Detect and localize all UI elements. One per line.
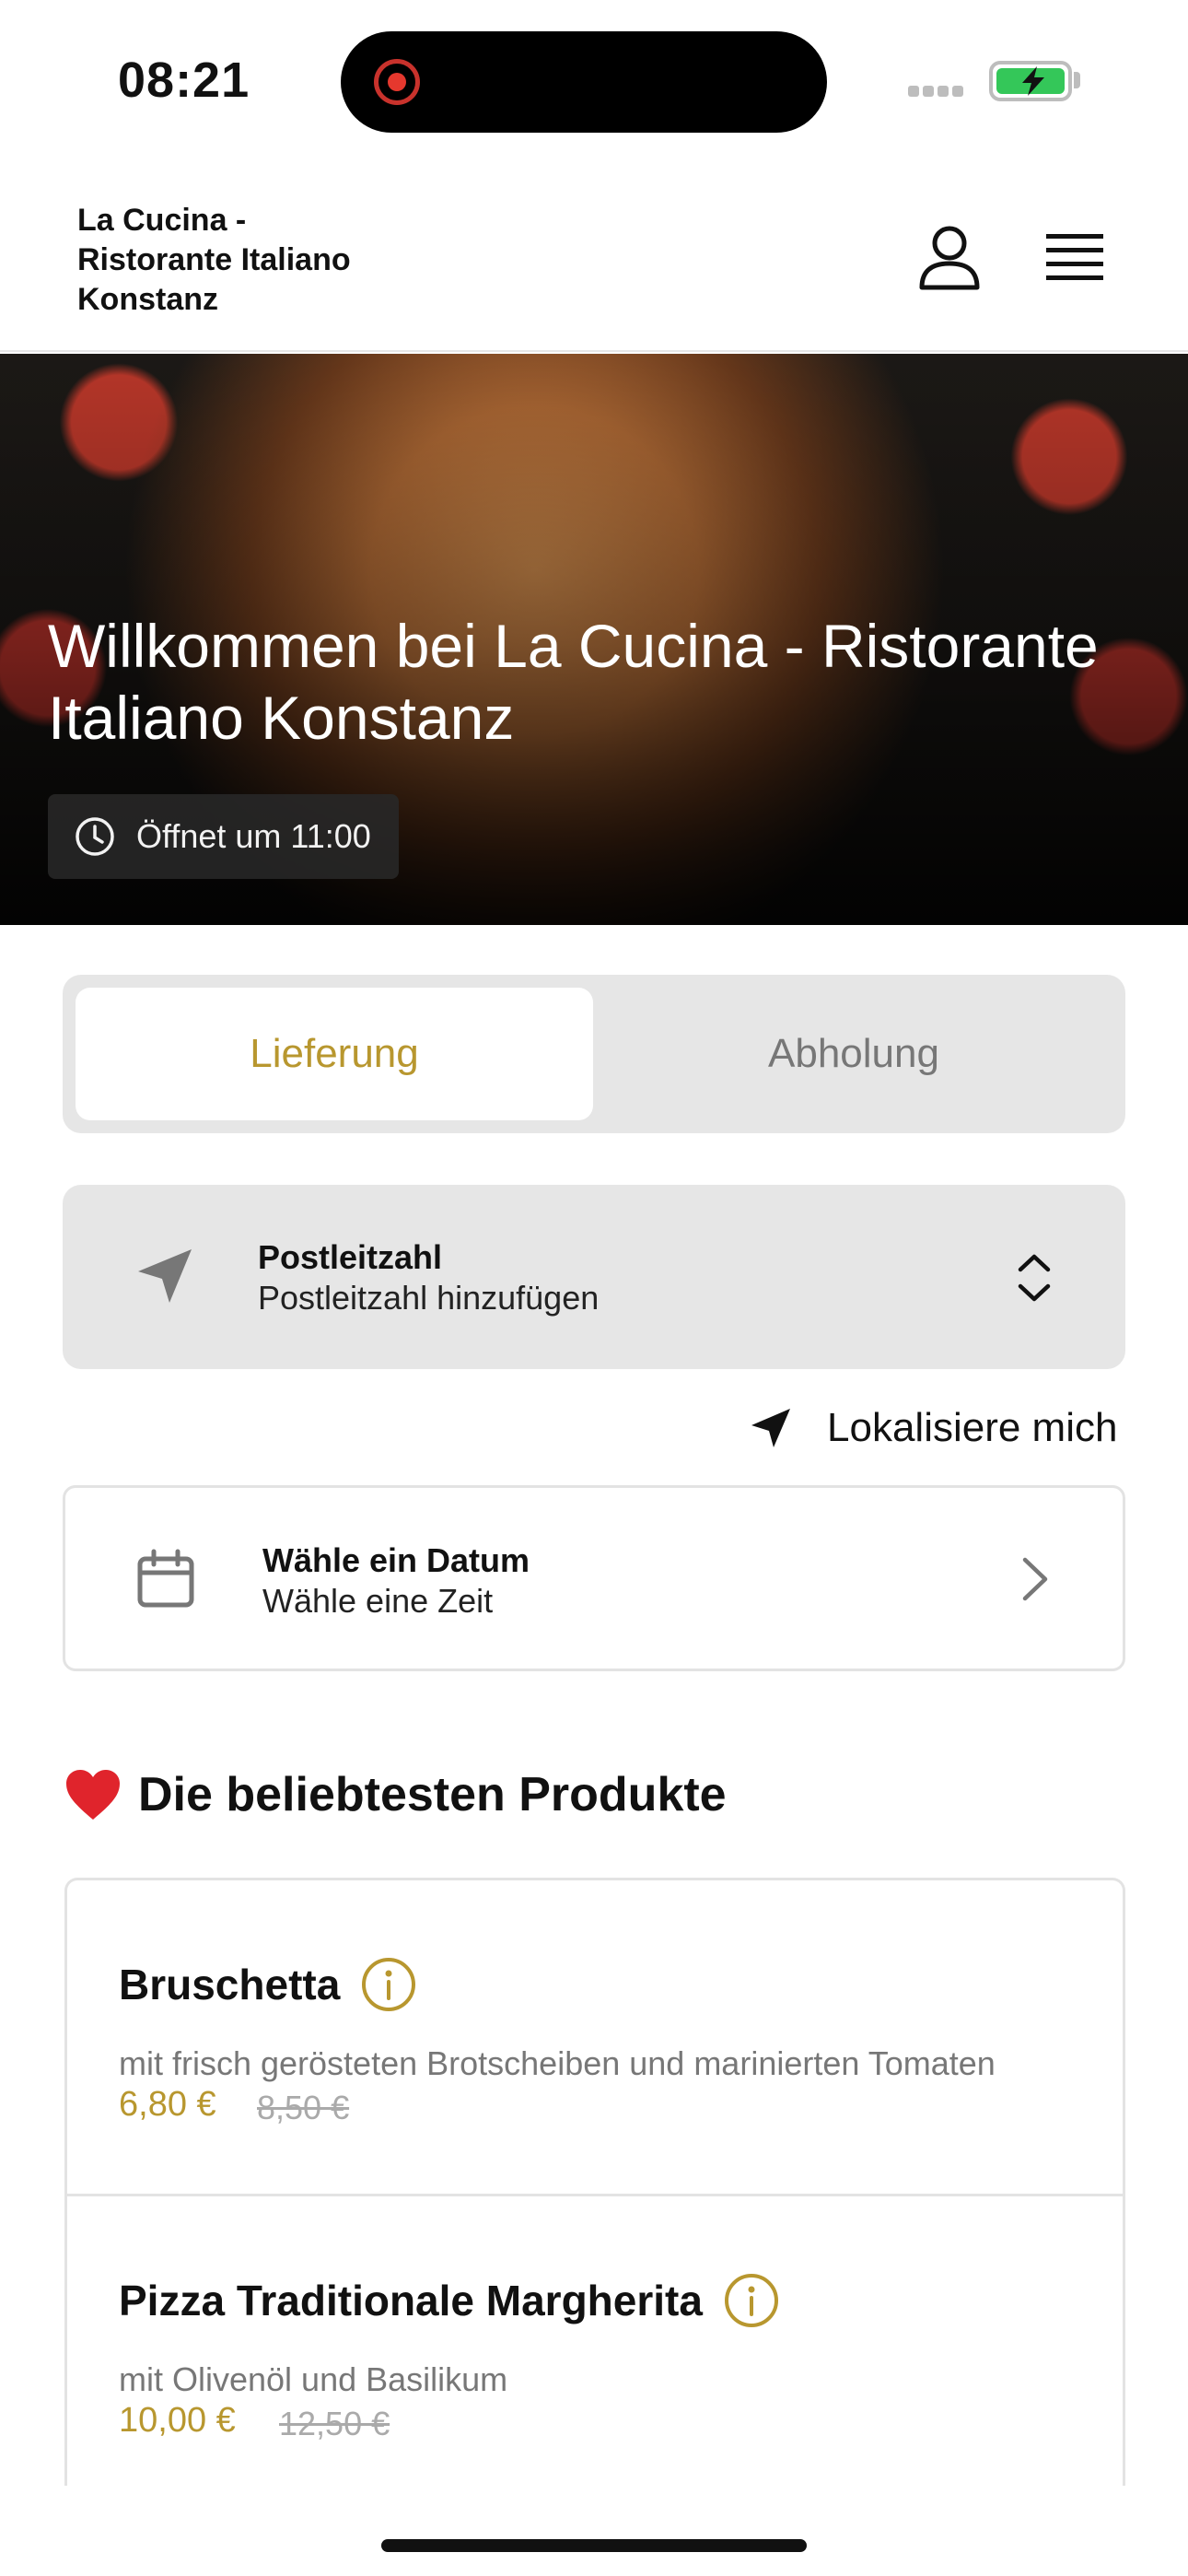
brand-line: Ristorante Italiano — [77, 242, 351, 277]
header: La Cucina - Ristorante Italiano Konstanz — [0, 184, 1188, 352]
recording-indicator-icon — [374, 59, 420, 105]
hero-title: Willkommen bei La Cucina - Ristorante It… — [48, 612, 1099, 752]
product-card[interactable]: Pizza Traditionale Margherita mit Oliven… — [67, 2194, 1123, 2486]
home-indicator[interactable] — [381, 2539, 807, 2552]
status-time: 08:21 — [118, 53, 250, 108]
product-name-row: Pizza Traditionale Margherita — [119, 2272, 780, 2329]
product-list: Bruschetta mit frisch gerösteten Brotsch… — [64, 1878, 1125, 2486]
signal-icon — [908, 85, 973, 98]
calendar-icon — [137, 1549, 194, 1608]
locate-me-label: Lokalisiere mich — [827, 1405, 1118, 1450]
date-time-picker[interactable]: Wähle ein Datum Wähle eine Zeit — [63, 1485, 1125, 1671]
popular-products-title: Die beliebtesten Produkte — [138, 1768, 727, 1821]
clock-icon — [76, 817, 114, 856]
chevron-right-icon — [1022, 1557, 1048, 1601]
status-bar: 08:21 — [0, 0, 1188, 157]
hero-banner: Willkommen bei La Cucina - Ristorante It… — [0, 354, 1188, 925]
location-arrow-icon — [751, 1409, 790, 1447]
tab-pickup[interactable]: Abholung — [595, 988, 1112, 1120]
user-icon[interactable] — [917, 225, 982, 291]
product-old-price: 8,50 € — [257, 2089, 350, 2126]
dynamic-island — [341, 31, 827, 133]
opening-hours-text: Öffnet um 11:00 — [136, 817, 371, 855]
product-price: 6,80 € — [119, 2085, 216, 2124]
postcode-placeholder: Postleitzahl hinzufügen — [258, 1279, 600, 1317]
brand-name[interactable]: La Cucina - Ristorante Italiano Konstanz — [77, 201, 464, 320]
product-card[interactable]: Bruschetta mit frisch gerösteten Brotsch… — [67, 1880, 1123, 2194]
battery-cap — [1074, 72, 1080, 88]
product-name: Bruschetta — [119, 1961, 341, 2008]
date-picker-title: Wähle ein Datum — [262, 1541, 530, 1579]
info-icon[interactable] — [360, 1956, 417, 2013]
brand-line: Konstanz — [77, 282, 218, 317]
heart-icon — [66, 1770, 120, 1820]
opening-hours-badge: Öffnet um 11:00 — [48, 794, 399, 879]
date-picker-subtitle: Wähle eine Zeit — [262, 1582, 494, 1620]
location-arrow-icon — [138, 1249, 192, 1303]
order-mode-toggle: Lieferung Abholung — [63, 975, 1125, 1133]
brand-line: La Cucina - — [77, 203, 247, 238]
product-description: mit frisch gerösteten Brotscheiben und m… — [119, 2044, 996, 2082]
menu-icon[interactable] — [1044, 230, 1105, 284]
product-name-row: Bruschetta — [119, 1956, 417, 2013]
product-description: mit Olivenöl und Basilikum — [119, 2360, 508, 2398]
product-name: Pizza Traditionale Margherita — [119, 2277, 703, 2324]
battery-icon — [989, 61, 1072, 101]
popular-products-heading: Die beliebtesten Produkte — [64, 1767, 727, 1822]
tab-delivery[interactable]: Lieferung — [76, 988, 593, 1120]
postcode-selector[interactable]: Postleitzahl Postleitzahl hinzufügen — [63, 1185, 1125, 1369]
info-icon[interactable] — [723, 2272, 780, 2329]
product-old-price: 12,50 € — [279, 2405, 390, 2442]
updown-chevron-icon — [1018, 1254, 1051, 1302]
product-price: 10,00 € — [119, 2401, 236, 2440]
postcode-label: Postleitzahl — [258, 1238, 443, 1276]
locate-me-button[interactable]: Lokalisiere mich — [748, 1402, 1117, 1454]
